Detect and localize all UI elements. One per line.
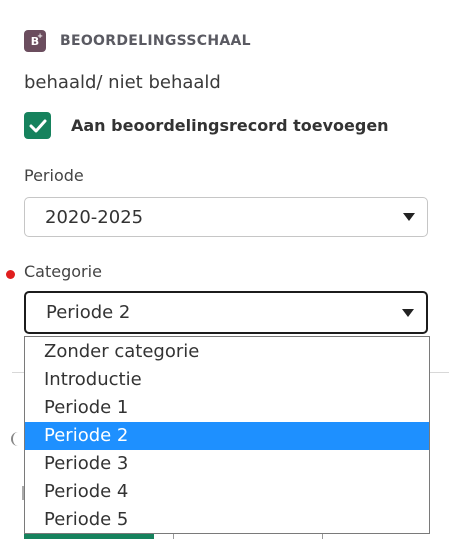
category-dropdown-list[interactable]: Zonder categorie Introductie Periode 1 P… (24, 336, 430, 534)
period-label: Periode (24, 166, 84, 185)
section-header: B + BEOORDELINGSSCHAAL (24, 30, 251, 52)
dropdown-option[interactable]: Zonder categorie (25, 338, 429, 366)
scale-value: behaald/ niet behaald (24, 72, 221, 93)
hidden-field-edge (11, 432, 21, 446)
category-select[interactable]: Periode 2 (24, 291, 428, 334)
add-to-gradebook-checkbox[interactable] (24, 112, 51, 139)
dropdown-option[interactable]: Periode 4 (25, 478, 429, 506)
period-select-value: 2020-2025 (45, 206, 144, 228)
category-select-value: Periode 2 (46, 302, 131, 323)
grade-scale-icon: B + (24, 30, 46, 52)
dropdown-option[interactable]: Periode 1 (25, 394, 429, 422)
required-indicator (6, 270, 15, 279)
dropdown-option[interactable]: Periode 3 (25, 450, 429, 478)
add-to-gradebook-label: Aan beoordelingsrecord toevoegen (71, 116, 389, 135)
dropdown-option[interactable]: Periode 5 (25, 506, 429, 534)
section-title: BEOORDELINGSSCHAAL (60, 33, 251, 49)
dropdown-option[interactable]: Introductie (25, 366, 429, 394)
chevron-down-icon (403, 213, 415, 221)
chevron-down-icon (402, 308, 414, 317)
add-to-gradebook-row[interactable]: Aan beoordelingsrecord toevoegen (24, 112, 389, 139)
grade-scale-icon-sup: + (37, 32, 43, 40)
checkmark-icon (29, 119, 46, 132)
category-label: Categorie (24, 262, 102, 281)
dropdown-option-selected[interactable]: Periode 2 (25, 422, 429, 450)
period-select[interactable]: 2020-2025 (24, 197, 428, 237)
